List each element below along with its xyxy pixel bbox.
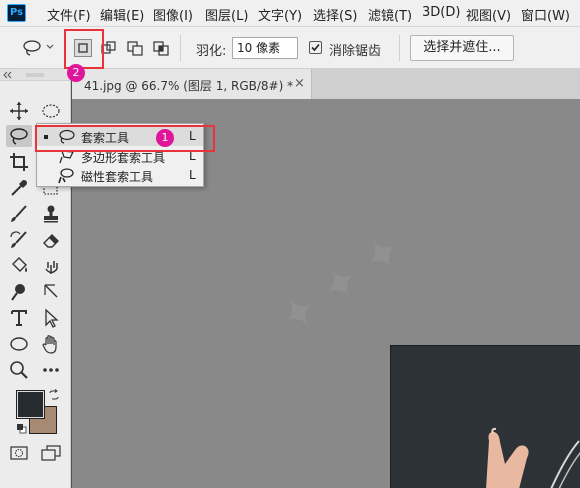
- flyout-item-label: 磁性套索工具: [81, 170, 154, 184]
- hand-icon: [42, 335, 57, 354]
- quick-mask-button[interactable]: [8, 442, 30, 464]
- document-tab[interactable]: 41.jpg @ 66.7% (图层 1, RGB/8#) * ×: [72, 69, 312, 99]
- smudge-icon: [45, 261, 58, 274]
- marquee-tool[interactable]: [40, 100, 62, 122]
- intersect-selection-button[interactable]: [152, 39, 170, 57]
- intersect-selection-icon: [153, 41, 169, 56]
- foreground-color-fill: [18, 392, 43, 417]
- type-tool[interactable]: [8, 307, 30, 329]
- toolbar-collapse-bar[interactable]: [0, 69, 71, 81]
- swap-arrows-icon: [49, 389, 59, 400]
- close-icon[interactable]: ×: [294, 76, 305, 91]
- subtract-selection-icon: [127, 41, 143, 56]
- more-icon: [43, 368, 59, 372]
- ellipse-tool[interactable]: [8, 333, 30, 355]
- highlight-new-selection: [64, 29, 104, 69]
- antialias-checkbox[interactable]: [309, 41, 322, 54]
- type-icon: [11, 310, 27, 326]
- step-badge-1: 1: [156, 129, 174, 147]
- tool-preset-picker[interactable]: [22, 38, 56, 58]
- menu-select[interactable]: 选择(S): [313, 5, 357, 24]
- screen-mode-icon: [41, 445, 61, 461]
- move-tool[interactable]: [8, 100, 30, 122]
- magnetic-lasso-icon: [57, 167, 75, 184]
- select-and-mask-button[interactable]: 选择并遮住...: [410, 35, 514, 61]
- feather-input[interactable]: 10 像素: [232, 37, 298, 59]
- checkmark-icon: [311, 43, 320, 52]
- quick-mask-icon: [10, 446, 28, 460]
- default-colors-button[interactable]: [16, 423, 27, 434]
- stamp-icon: [44, 205, 58, 223]
- document-tab-title: 41.jpg @ 66.7% (图层 1, RGB/8#) *: [84, 79, 294, 93]
- dodge-tool[interactable]: [8, 281, 30, 303]
- menu-view[interactable]: 视图(V): [466, 5, 511, 24]
- eraser-tool[interactable]: [40, 229, 62, 251]
- history-brush-icon: [10, 231, 27, 248]
- menu-edit[interactable]: 编辑(E): [100, 5, 144, 24]
- menu-file[interactable]: 文件(F): [47, 5, 91, 24]
- menu-bar: Ps 文件(F) 编辑(E) 图像(I) 图层(L) 文字(Y) 选择(S) 滤…: [0, 0, 580, 27]
- edit-toolbar-button[interactable]: [40, 359, 62, 381]
- elliptical-marquee-icon: [42, 104, 60, 118]
- double-chevron-icon: [3, 71, 44, 79]
- zoom-icon: [10, 361, 28, 379]
- separator: [180, 35, 181, 61]
- lasso-icon: [10, 128, 28, 145]
- photoshop-logo: Ps: [7, 4, 26, 22]
- dodge-icon: [11, 284, 25, 301]
- menu-layer[interactable]: 图层(L): [205, 5, 248, 24]
- path-selection-tool[interactable]: [40, 307, 62, 329]
- clone-stamp-tool[interactable]: [40, 203, 62, 225]
- brush-icon: [11, 205, 27, 222]
- move-icon: [10, 102, 28, 120]
- foreground-color-swatch[interactable]: [16, 390, 45, 419]
- eyedropper-tool[interactable]: [8, 177, 30, 199]
- swap-colors-button[interactable]: [48, 389, 60, 401]
- separator: [399, 35, 400, 61]
- menu-window[interactable]: 窗口(W): [521, 5, 570, 24]
- highlight-lasso-item: [35, 125, 215, 152]
- history-brush-tool[interactable]: [8, 229, 30, 251]
- antialias-label: 消除锯齿: [329, 44, 382, 59]
- flyout-item-magnetic-lasso[interactable]: 磁性套索工具 L: [37, 166, 203, 185]
- menu-image[interactable]: 图像(I): [153, 5, 193, 24]
- step-badge-2: 2: [67, 64, 85, 82]
- lasso-icon: [23, 40, 54, 56]
- pen-tool[interactable]: [40, 281, 62, 303]
- hand-tool[interactable]: [40, 333, 62, 355]
- pen-icon: [44, 284, 58, 298]
- watermark: ✦ ✦ ✦: [269, 223, 413, 346]
- document-image[interactable]: [390, 345, 580, 488]
- ellipse-icon: [10, 337, 28, 351]
- direct-selection-icon: [45, 308, 59, 328]
- flyout-item-shortcut: L: [189, 168, 196, 182]
- document-tab-strip: 41.jpg @ 66.7% (图层 1, RGB/8#) * ×: [72, 69, 580, 99]
- crop-icon: [10, 153, 28, 171]
- screen-mode-button[interactable]: [40, 442, 62, 464]
- eraser-icon: [43, 234, 59, 248]
- paint-bucket-tool[interactable]: [8, 255, 30, 277]
- brush-tool[interactable]: [8, 203, 30, 225]
- menu-3d[interactable]: 3D(D): [422, 5, 460, 20]
- paint-bucket-icon: [12, 257, 27, 272]
- subtract-selection-button[interactable]: [126, 39, 144, 57]
- eyedropper-icon: [11, 180, 27, 196]
- menu-type[interactable]: 文字(Y): [258, 5, 302, 24]
- hand-photo-icon: [486, 427, 580, 488]
- feather-label: 羽化:: [196, 44, 227, 59]
- smudge-tool[interactable]: [40, 255, 62, 277]
- lasso-tool[interactable]: [6, 125, 32, 147]
- crop-tool[interactable]: [8, 151, 30, 173]
- default-colors-icon: [17, 424, 27, 434]
- zoom-tool[interactable]: [8, 359, 30, 381]
- menu-filter[interactable]: 滤镜(T): [368, 5, 412, 24]
